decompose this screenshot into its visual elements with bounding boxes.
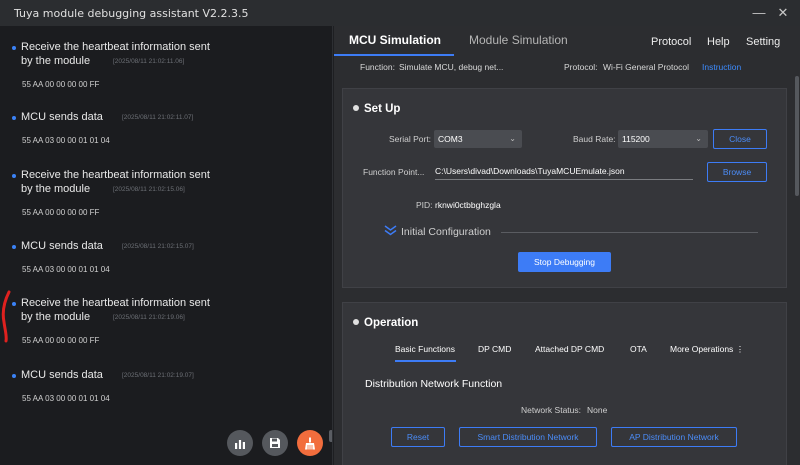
reset-button[interactable]: Reset [391, 427, 445, 447]
menu-setting[interactable]: Setting [746, 36, 780, 48]
log-message: MCU sends data [21, 369, 103, 381]
log-data: 55 AA 00 00 00 00 FF [22, 336, 100, 345]
info-bar: Function: Simulate MCU, debug net... Pro… [334, 58, 794, 78]
instruction-link[interactable]: Instruction [702, 62, 741, 72]
tab-module-simulation[interactable]: Module Simulation [469, 33, 568, 47]
red-annotation-mark [1, 290, 11, 343]
main-area: MCU Simulation Module Simulation Protoco… [334, 26, 800, 465]
save-icon [270, 438, 280, 448]
ap-distribution-network-button[interactable]: AP Distribution Network [611, 427, 737, 447]
network-status-label: Network Status: [521, 405, 581, 415]
log-data: 55 AA 00 00 00 00 FF [22, 80, 100, 89]
log-data: 55 AA 03 00 00 01 01 04 [22, 265, 110, 274]
log-timestamp: [2025/08/11 21:02:11.07] [122, 114, 194, 121]
chevron-down-icon: ⌄ [509, 134, 516, 143]
save-log-button[interactable] [262, 430, 288, 456]
close-window-button[interactable]: ✕ [774, 4, 792, 22]
baud-rate-label: Baud Rate: [573, 134, 616, 144]
log-timestamp: [2025/08/11 21:02:19.06] [113, 314, 185, 321]
log-timestamp: [2025/08/11 21:02:11.06] [113, 58, 185, 65]
log-timestamp: [2025/08/11 21:02:15.07] [122, 243, 194, 250]
pid-label: PID: [416, 200, 433, 210]
function-value: Simulate MCU, debug net... [399, 62, 504, 72]
section-bullet [353, 105, 359, 111]
subtab-more-operations[interactable]: More Operations ⋮ [670, 344, 744, 355]
main-scrollbar-thumb[interactable] [795, 76, 799, 196]
browse-button[interactable]: Browse [707, 162, 767, 182]
main-scrollbar[interactable] [794, 56, 800, 465]
subtab-ota[interactable]: OTA [630, 344, 647, 354]
serial-port-select[interactable]: COM3 ⌄ [434, 130, 522, 148]
clear-log-button[interactable] [297, 430, 323, 456]
network-status-value: None [587, 405, 608, 415]
section-bullet [353, 319, 359, 325]
divider-line [501, 232, 758, 233]
setup-panel: Set Up Serial Port: COM3 ⌄ Baud Rate: 11… [342, 88, 787, 288]
log-data: 55 AA 03 00 00 01 01 04 [22, 394, 110, 403]
active-tab-underline [334, 54, 454, 56]
serial-port-value: COM3 [438, 134, 463, 144]
top-navigation: MCU Simulation Module Simulation Protoco… [334, 26, 800, 56]
baud-rate-select[interactable]: 115200 ⌄ [618, 130, 708, 148]
subtab-dp-cmd[interactable]: DP CMD [478, 344, 511, 354]
subtab-attached-dp-cmd[interactable]: Attached DP CMD [535, 344, 604, 354]
log-message: MCU sends data [21, 240, 103, 252]
log-panel[interactable]: Receive the heartbeat information sent by… [0, 26, 333, 465]
initial-configuration-toggle[interactable]: Initial Configuration [401, 226, 491, 238]
menu-protocol[interactable]: Protocol [651, 36, 691, 48]
setup-title: Set Up [353, 103, 400, 115]
subtab-basic-functions[interactable]: Basic Functions [395, 344, 455, 354]
operation-title: Operation [353, 317, 418, 329]
entry-dot [12, 374, 16, 378]
entry-dot [12, 245, 16, 249]
operation-panel: Operation Basic Functions DP CMD Attache… [342, 302, 787, 465]
function-point-path[interactable]: C:\Users\divad\Downloads\TuyaMCUEmulate.… [435, 162, 693, 180]
statistics-button[interactable] [227, 430, 253, 456]
log-data: 55 AA 00 00 00 00 FF [22, 208, 100, 217]
log-data: 55 AA 03 00 00 01 01 04 [22, 136, 110, 145]
minimize-button[interactable]: — [750, 4, 768, 22]
log-timestamp: [2025/08/11 21:02:19.07] [122, 372, 194, 379]
protocol-label: Protocol: [564, 62, 598, 72]
distribution-network-title: Distribution Network Function [365, 378, 503, 390]
function-point-label: Function Point... [363, 167, 425, 177]
protocol-value: Wi-Fi General Protocol [603, 62, 689, 72]
window-title: Tuya module debugging assistant V2.2.3.5 [14, 6, 249, 20]
more-options-icon: ⋮ [735, 344, 745, 354]
serial-port-label: Serial Port: [389, 134, 432, 144]
stop-debugging-button[interactable]: Stop Debugging [518, 252, 611, 272]
baud-rate-value: 115200 [622, 134, 650, 144]
broom-icon [305, 437, 315, 449]
bar-chart-icon [235, 439, 245, 449]
log-message: MCU sends data [21, 111, 103, 123]
entry-dot [12, 174, 16, 178]
menu-help[interactable]: Help [707, 36, 730, 48]
title-bar[interactable]: Tuya module debugging assistant V2.2.3.5… [0, 0, 800, 26]
function-label: Function: [360, 62, 395, 72]
log-scrollbar-thumb[interactable] [329, 430, 332, 442]
chevron-down-icon: ⌄ [695, 134, 702, 143]
tab-mcu-simulation[interactable]: MCU Simulation [349, 33, 441, 47]
double-chevron-down-icon[interactable] [384, 225, 397, 236]
app-window: Tuya module debugging assistant V2.2.3.5… [0, 0, 800, 465]
active-subtab-underline [395, 360, 456, 362]
close-port-button[interactable]: Close [713, 129, 767, 149]
pid-value: rknwi0ctbbghzgla [435, 200, 501, 210]
log-timestamp: [2025/08/11 21:02:15.06] [113, 186, 185, 193]
entry-dot [12, 46, 16, 50]
smart-distribution-network-button[interactable]: Smart Distribution Network [459, 427, 597, 447]
entry-dot [12, 116, 16, 120]
